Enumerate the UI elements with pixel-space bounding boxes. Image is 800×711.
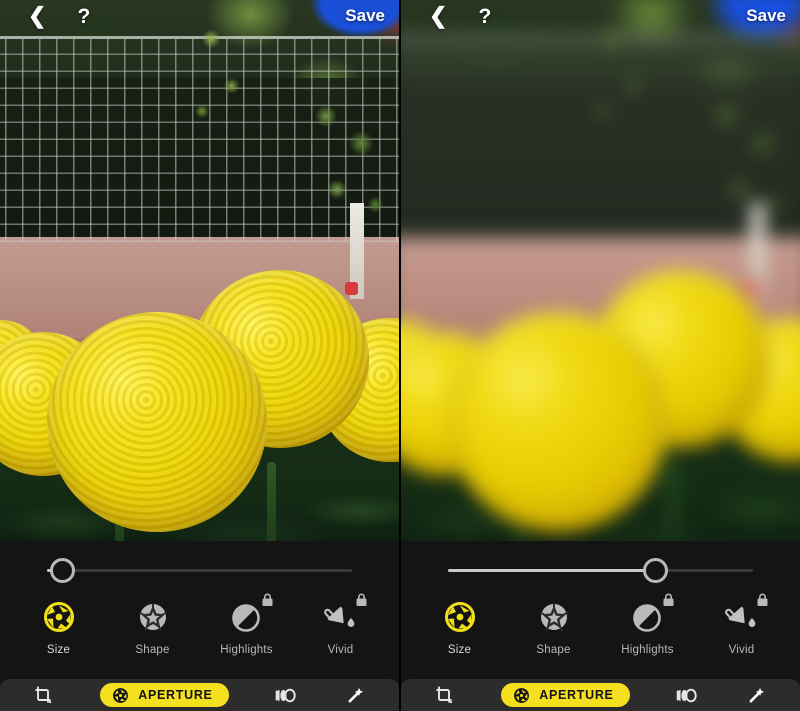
aperture-size-slider[interactable] [0,555,399,585]
question-mark-icon[interactable]: ? [77,6,90,27]
magic-wand-icon[interactable] [744,684,770,706]
star-shape-icon [133,597,173,637]
tool-label: Vivid [327,644,354,656]
tool-highlights[interactable]: Highlights [613,593,683,656]
aperture-size-slider[interactable] [401,555,800,585]
marigold-cluster [401,203,800,541]
tool-label: Highlights [220,644,273,656]
contrast-icon [227,593,272,637]
tool-label: Size [46,644,71,656]
slider-thumb[interactable] [49,558,75,583]
nav-aperture-button[interactable]: APERTURE [100,683,229,707]
flower-stem [267,461,277,541]
save-button[interactable]: Save [746,6,786,26]
marigold-bloom [448,312,669,532]
panel-before: ❮ ? Save Size Shape Highlights Vivid APE… [0,0,399,711]
star-shape-icon [534,597,574,637]
photo-preview-after[interactable] [401,0,800,541]
lock-icon [356,593,366,606]
slider-track[interactable] [448,569,753,572]
top-toolbar: ❮ ? Save [401,0,800,32]
photo-content [0,0,399,541]
magic-wand-icon[interactable] [343,684,369,706]
chevron-left-icon[interactable]: ❮ [28,5,46,27]
tool-shape[interactable]: Shape [519,597,589,656]
nav-aperture-button[interactable]: APERTURE [501,683,630,707]
tool-label: Shape [135,644,170,656]
lens-icon[interactable] [273,684,299,706]
aperture-icon [514,687,530,703]
photo-preview-before[interactable] [0,0,399,541]
photo-content [401,0,800,541]
tool-label: Size [447,644,472,656]
contrast-icon [628,593,673,637]
bottom-navbar: APERTURE [401,679,800,711]
tool-row: Size Shape Highlights Vivid [0,593,399,656]
question-mark-icon[interactable]: ? [478,6,491,27]
lock-icon [757,593,767,606]
top-toolbar: ❮ ? Save [0,0,399,32]
lock-icon [663,593,673,606]
lock-icon [262,593,272,606]
paint-bucket-icon [321,593,366,637]
nav-aperture-label: APERTURE [138,688,213,702]
marigold-bloom [47,312,268,532]
tool-vivid[interactable]: Vivid [306,593,376,656]
paint-bucket-icon [722,593,767,637]
aperture-icon [113,687,129,703]
editor-controls-after: Size Shape Highlights Vivid APERTURE [401,541,800,711]
marigold-cluster [0,203,399,541]
aperture-icon [39,597,79,637]
tool-highlights[interactable]: Highlights [212,593,282,656]
crop-icon[interactable] [431,684,457,706]
aperture-icon [440,597,480,637]
panel-after: ❮ ? Save Size Shape Highlights Vivid APE… [401,0,800,711]
tool-size[interactable]: Size [425,597,495,656]
slider-thumb[interactable] [642,558,668,583]
aperture-editor-screen: ❮ ? Save Size Shape Highlights Vivid APE… [0,0,800,711]
crop-icon[interactable] [30,684,56,706]
slider-track[interactable] [47,569,352,572]
tool-shape[interactable]: Shape [118,597,188,656]
save-button[interactable]: Save [345,6,385,26]
editor-controls-before: Size Shape Highlights Vivid APERTURE [0,541,399,711]
chevron-left-icon[interactable]: ❮ [429,5,447,27]
nav-aperture-label: APERTURE [539,688,614,702]
tool-label: Shape [536,644,571,656]
tool-row: Size Shape Highlights Vivid [401,593,800,656]
tool-vivid[interactable]: Vivid [707,593,777,656]
tool-size[interactable]: Size [24,597,94,656]
slider-fill [448,569,656,572]
tool-label: Vivid [728,644,755,656]
flower-stem [668,461,678,541]
lens-icon[interactable] [674,684,700,706]
tool-label: Highlights [621,644,674,656]
bottom-navbar: APERTURE [0,679,399,711]
